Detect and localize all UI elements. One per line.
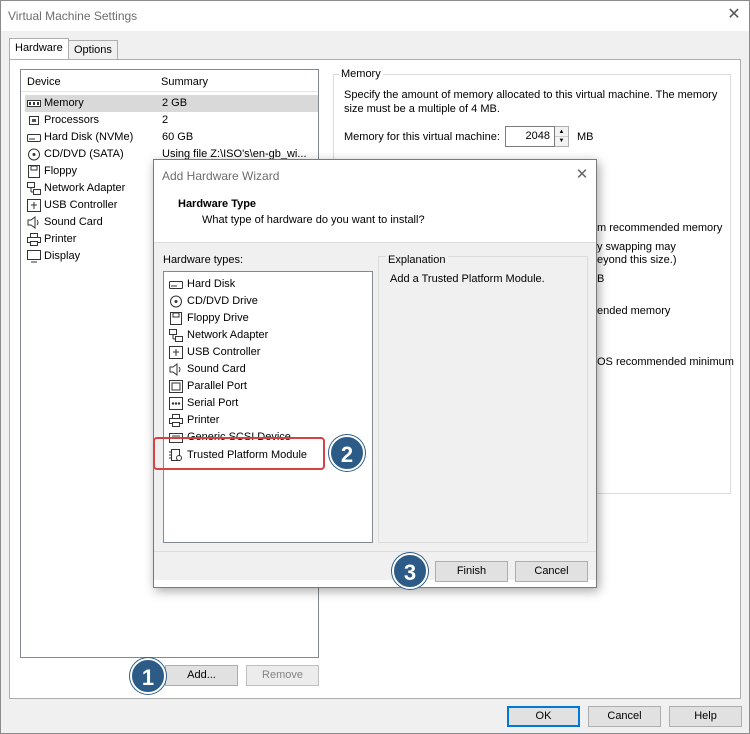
memory-icon [27,97,41,110]
callout-3: 3 [392,553,428,589]
wizard-cancel-button[interactable]: Cancel [515,561,588,582]
serial-port-icon [169,397,183,410]
cd-dvd-icon [27,148,41,161]
network-adapter-icon [27,182,41,195]
hardware-types-list[interactable]: Hard Disk CD/DVD Drive Floppy Drive Netw… [163,271,373,543]
device-name: CD/DVD (SATA) [44,148,124,160]
usb-controller-icon [169,346,183,359]
printer-icon [27,233,41,246]
remove-device-button[interactable]: Remove [246,665,319,686]
usb-controller-icon [27,199,41,212]
device-name: USB Controller [44,199,118,211]
memory-description: Specify the amount of memory allocated t… [344,89,718,115]
memory-minimum-text: OS recommended minimum [597,356,734,368]
memory-spinner[interactable]: ▲ ▼ [555,126,569,147]
add-hardware-wizard-dialog: Add Hardware Wizard ✕ Hardware Type What… [153,159,597,588]
callout-1: 1 [130,658,166,694]
hard-disk-icon [169,278,183,291]
memory-beyond-text: eyond this size.) [597,254,677,266]
device-name: Printer [44,233,77,245]
cancel-button[interactable]: Cancel [588,706,661,727]
device-summary: 2 [162,114,169,126]
column-summary[interactable]: Summary [161,76,208,88]
hw-item-label: Sound Card [187,363,246,375]
wizard-footer-divider [154,551,596,552]
cd-dvd-icon [169,295,183,308]
printer-icon [169,414,183,427]
wizard-title: Add Hardware Wizard [162,169,280,183]
wizard-heading: Hardware Type [178,198,257,210]
hw-item-label: USB Controller [187,346,261,358]
tpm-highlight [153,437,325,470]
floppy-icon [169,312,183,325]
hw-item-label: CD/DVD Drive [187,295,258,307]
ok-button[interactable]: OK [507,706,580,727]
wizard-subheading: What type of hardware do you want to ins… [202,214,425,226]
finish-button[interactable]: Finish [435,561,508,582]
tab-hardware[interactable]: Hardware [9,38,69,61]
spin-up-icon[interactable]: ▲ [555,127,568,137]
column-device[interactable]: Device [27,76,61,88]
explanation-title: Explanation [386,254,448,266]
window-title: Virtual Machine Settings [8,9,138,23]
parallel-port-icon [169,380,183,393]
memory-group-title: Memory [339,68,383,80]
floppy-icon [27,165,41,178]
explanation-text: Add a Trusted Platform Module. [390,273,545,285]
device-list-header: Device Summary [21,70,318,92]
network-adapter-icon [169,329,183,342]
hw-item-label: Serial Port [187,397,239,409]
hard-disk-icon [27,131,41,144]
memory-unit: MB [577,131,594,143]
sound-card-icon [27,216,41,229]
hw-item-label: Hard Disk [187,278,236,290]
explanation-group [378,256,588,543]
device-summary: 60 GB [162,131,194,143]
memory-field-label: Memory for this virtual machine: [344,131,500,143]
device-name: Floppy [44,165,78,177]
hw-item-label: Floppy Drive [187,312,249,324]
device-name: Processors [44,114,100,126]
device-name: Display [44,250,81,262]
device-summary: 2 GB [162,97,188,109]
hw-item-label: Network Adapter [187,329,269,341]
device-name: Network Adapter [44,182,126,194]
hw-item-label: Printer [187,414,220,426]
window-close-button[interactable]: ✕ [722,4,746,26]
wizard-close-button[interactable]: ✕ [570,164,594,186]
memory-unit-partial: B [597,273,605,285]
hardware-types-label: Hardware types: [163,254,244,266]
memory-swap-text: y swapping may [597,241,676,253]
device-name: Hard Disk (NVMe) [44,131,134,143]
help-button[interactable]: Help [669,706,742,727]
device-name: Memory [44,97,84,109]
memory-recommended-text: m recommended memory [597,222,723,234]
device-row-memory[interactable]: Memory 2 GB [25,95,318,112]
hw-item-label: Parallel Port [187,380,247,392]
device-name: Sound Card [44,216,103,228]
processor-icon [27,114,41,127]
device-row-processors[interactable]: Processors 2 [25,112,318,129]
callout-2: 2 [329,435,365,471]
display-icon [27,250,41,263]
memory-value-input[interactable]: 2048 [505,126,555,147]
device-row-hard-disk[interactable]: Hard Disk (NVMe) 60 GB [25,129,318,146]
memory-recommended-text-2: ended memory [597,305,671,317]
add-device-button[interactable]: Add... [165,665,238,686]
tab-options[interactable]: Options [68,40,118,61]
spin-down-icon[interactable]: ▼ [555,137,568,146]
sound-card-icon [169,363,183,376]
